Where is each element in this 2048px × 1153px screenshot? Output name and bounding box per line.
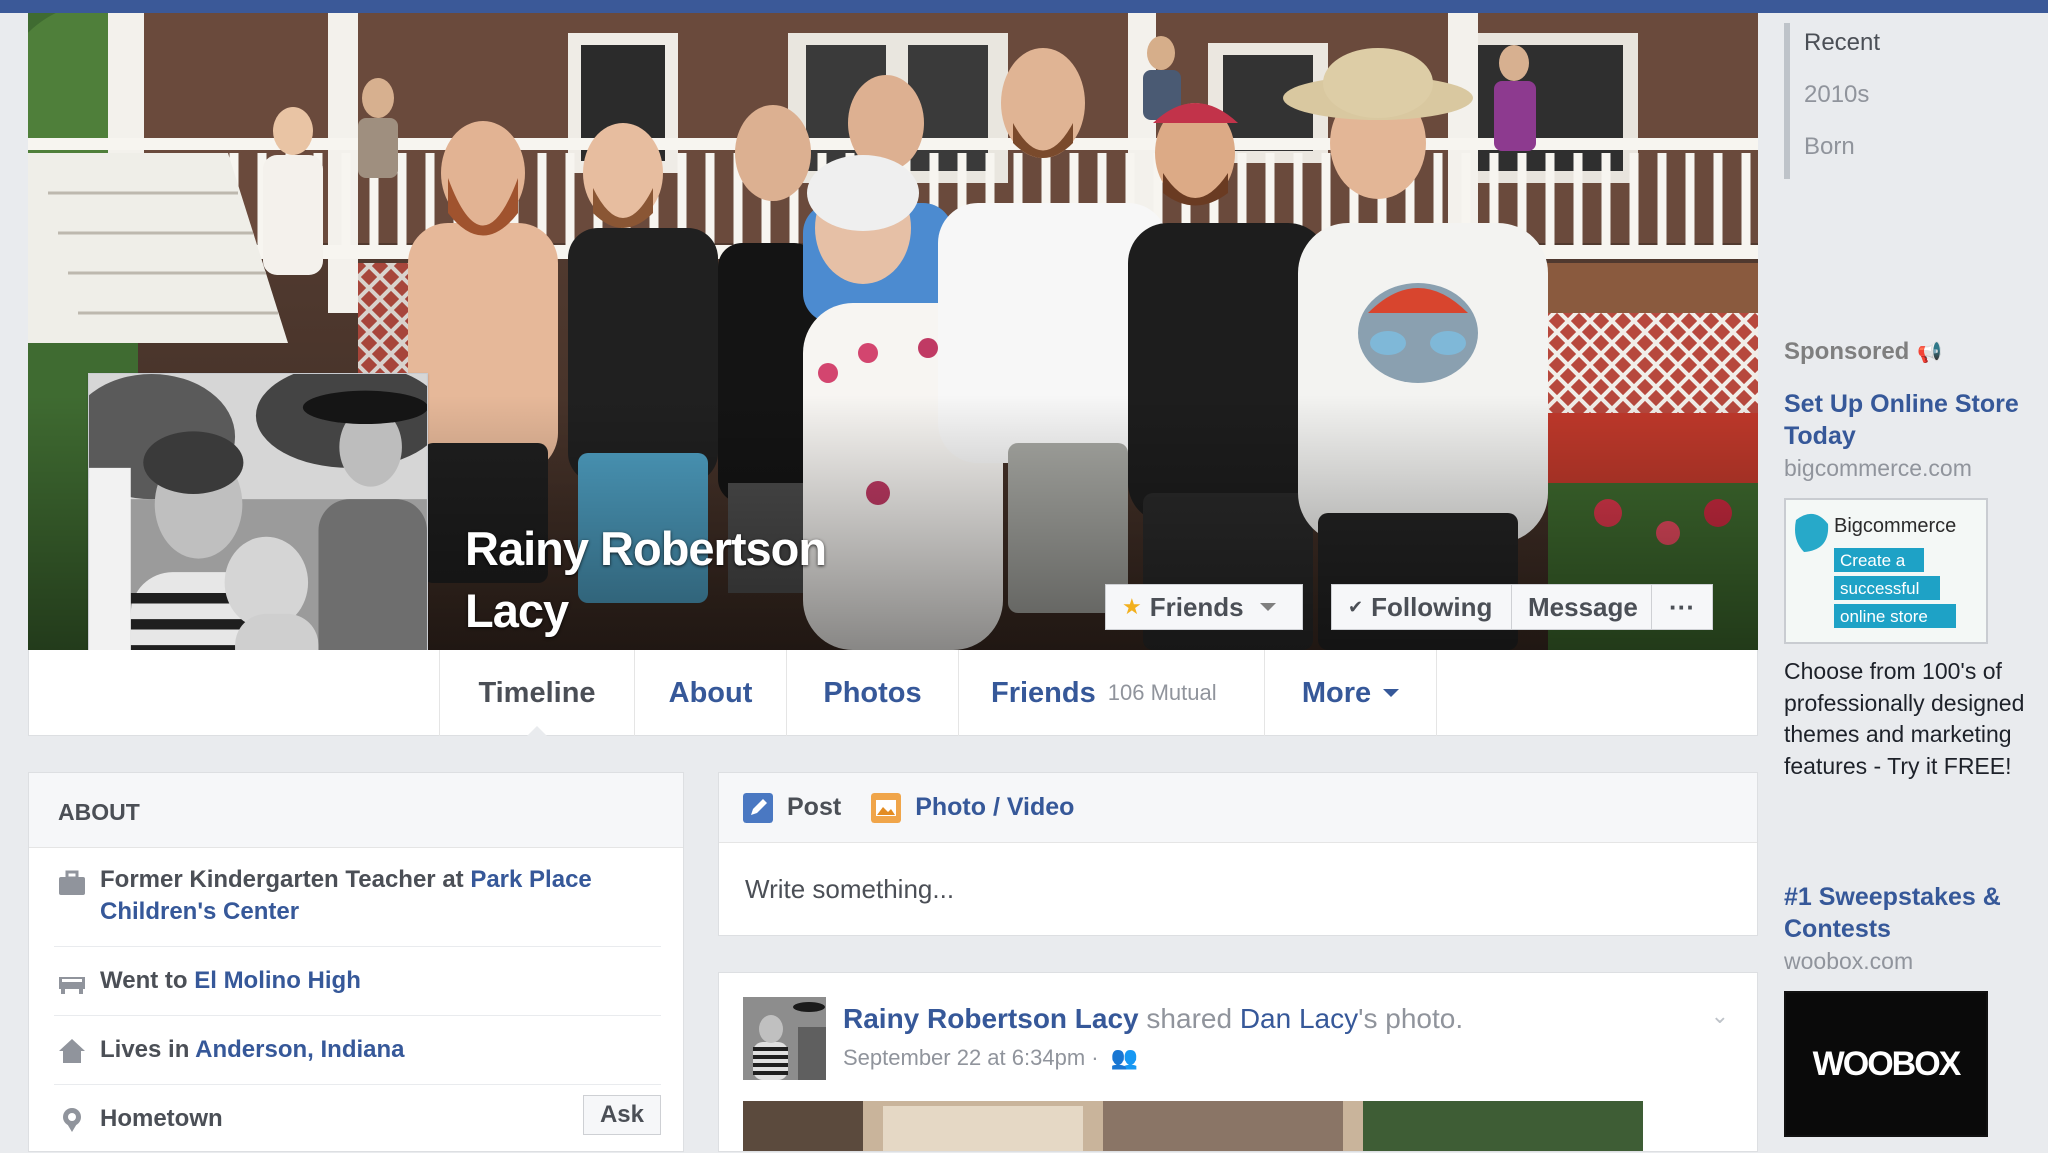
year-item-2010s[interactable]: 2010s <box>1804 75 1880 127</box>
ellipsis-icon: ··· <box>1669 591 1695 622</box>
page-gutter <box>0 13 28 1152</box>
ad-image[interactable]: WOOBOX <box>1784 991 1988 1137</box>
message-button[interactable]: Message <box>1511 584 1651 630</box>
story-photo[interactable] <box>743 1101 1643 1151</box>
ad-image-line-3: online store <box>1840 607 1928 626</box>
pencil-icon <box>743 792 773 823</box>
story-date: September 22 at 6:34pm · <box>843 1045 1099 1070</box>
story-options-chevron-icon[interactable]: ⌄ <box>1711 1003 1729 1029</box>
composer-tab-photo-video-label: Photo / Video <box>915 793 1075 821</box>
story-author-avatar[interactable] <box>743 997 826 1080</box>
cover-photo[interactable]: Rainy Robertson Lacy ★ Friends ✔ Followi… <box>28 13 1758 650</box>
sponsored-label: Sponsored <box>1784 338 1910 365</box>
profile-name[interactable]: Rainy Robertson Lacy <box>465 518 827 642</box>
school-icon <box>59 977 85 994</box>
tab-friends[interactable]: Friends 106 Mutual <box>958 650 1264 736</box>
tab-timeline[interactable]: Timeline <box>439 650 634 737</box>
right-column: Recent 2010s Born Sponsored 📢 Set Up Onl… <box>1758 13 2048 1152</box>
star-icon: ★ <box>1122 594 1142 619</box>
story-suffix: 's photo. <box>1358 1003 1464 1034</box>
mutual-friends-count: 106 Mutual <box>1107 680 1217 705</box>
composer-tabs: Post Photo / Video <box>719 773 1757 843</box>
about-education-link[interactable]: El Molino High <box>194 967 361 994</box>
bigcommerce-ad-image: Bigcommerce Create a successful online s… <box>1786 500 1986 642</box>
ad-domain: bigcommerce.com <box>1784 455 1972 481</box>
home-icon <box>59 1039 85 1063</box>
message-button-label: Message <box>1528 591 1638 622</box>
ad-woobox: #1 Sweepstakes & Contests woobox.com WOO… <box>1784 881 2034 1137</box>
ask-hometown-button[interactable]: Ask <box>582 1095 661 1135</box>
megaphone-icon: 📢 <box>1917 341 1943 364</box>
ad-image[interactable]: Bigcommerce Create a successful online s… <box>1784 498 1988 644</box>
friends-action-group: ★ Friends <box>1105 584 1303 630</box>
tab-more-label: More <box>1301 676 1372 709</box>
composer-tab-post[interactable]: Post <box>743 792 842 823</box>
about-education-prefix: Went to <box>100 967 188 994</box>
composer-tab-post-label: Post <box>787 793 842 821</box>
ad-title[interactable]: #1 Sweepstakes & Contests <box>1784 881 2034 945</box>
briefcase-icon <box>59 870 85 895</box>
year-item-born[interactable]: Born <box>1804 127 1880 179</box>
profile-tabs: Timeline About Photos Friends 106 Mutual… <box>439 650 1437 737</box>
tab-photos-label: Photos <box>823 676 922 709</box>
profile-name-line2: Lacy <box>465 584 569 637</box>
following-button-label: Following <box>1371 591 1493 622</box>
story-verb: shared <box>1146 1003 1233 1034</box>
profile-name-line1: Rainy Robertson <box>465 522 827 575</box>
friends-button-label: Friends <box>1149 591 1244 622</box>
tab-about[interactable]: About <box>634 650 786 736</box>
chevron-down-icon <box>1383 689 1400 697</box>
about-heading: ABOUT <box>29 773 683 848</box>
ad-body: Choose from 100's of professionally desi… <box>1784 658 2025 779</box>
about-residence-prefix: Lives in <box>100 1036 190 1063</box>
tab-friends-label: Friends <box>991 676 1096 709</box>
profile-picture[interactable] <box>88 373 428 650</box>
location-pin-icon <box>63 1108 81 1132</box>
profile-nav: Timeline About Photos Friends 106 Mutual… <box>28 650 1758 737</box>
ad-domain: woobox.com <box>1784 948 1914 974</box>
ad-image-line-1: Create a <box>1840 551 1906 570</box>
tab-timeline-label: Timeline <box>478 676 596 709</box>
story-photo-image <box>743 1101 1643 1151</box>
about-hometown-label: Hometown <box>100 1105 223 1132</box>
profile-picture-image <box>89 374 427 650</box>
feed-story: Rainy Robertson Lacy shared Dan Lacy's p… <box>718 972 1758 1152</box>
checkmark-icon: ✔ <box>1348 596 1364 617</box>
tab-more[interactable]: More <box>1264 650 1437 736</box>
avatar-image <box>743 997 826 1080</box>
about-work: Former Kindergarten Teacher at Park Plac… <box>54 848 661 947</box>
friends-audience-icon: 👥 <box>1110 1045 1139 1070</box>
story-target-link[interactable]: Dan Lacy <box>1240 1003 1358 1034</box>
chevron-down-icon <box>1259 603 1276 611</box>
about-residence-link[interactable]: Anderson, Indiana <box>195 1036 404 1063</box>
tab-about-label: About <box>668 676 753 709</box>
woobox-logo: WOOBOX <box>1812 1044 1962 1083</box>
top-nav-bar <box>0 0 2048 13</box>
ad-bigcommerce: Set Up Online Store Today bigcommerce.co… <box>1784 388 2034 782</box>
photo-icon <box>871 792 902 823</box>
about-card: ABOUT Former Kindergarten Teacher at Par… <box>28 772 684 1152</box>
composer-tab-photo-video[interactable]: Photo / Video <box>871 792 1075 823</box>
about-residence: Lives in Anderson, Indiana <box>54 1016 661 1085</box>
post-composer: Post Photo / Video <box>718 772 1758 936</box>
more-options-button[interactable]: ··· <box>1651 584 1713 630</box>
ad-title[interactable]: Set Up Online Store Today <box>1784 388 2034 452</box>
ad-brand-text: Bigcommerce <box>1834 515 1956 537</box>
sponsored-header: Sponsored 📢 <box>1784 338 1942 366</box>
tab-photos[interactable]: Photos <box>786 650 958 736</box>
follow-message-group: ✔ Following Message ··· <box>1331 584 1713 630</box>
about-hometown: Hometown Ask <box>54 1085 661 1153</box>
story-author-link[interactable]: Rainy Robertson Lacy <box>843 1003 1139 1034</box>
story-timestamp[interactable]: September 22 at 6:34pm · 👥 <box>843 1045 1138 1071</box>
friends-button[interactable]: ★ Friends <box>1105 584 1303 630</box>
timeline-year-nav: Recent 2010s Born <box>1784 23 1880 179</box>
year-item-recent[interactable]: Recent <box>1804 23 1880 75</box>
about-education: Went to El Molino High <box>54 947 661 1016</box>
following-button[interactable]: ✔ Following <box>1331 584 1511 630</box>
ad-image-line-2: successful <box>1840 579 1919 598</box>
composer-input[interactable] <box>719 843 1757 935</box>
story-headline: Rainy Robertson Lacy shared Dan Lacy's p… <box>843 1003 1463 1035</box>
about-work-prefix: Former Kindergarten Teacher at <box>100 866 464 893</box>
